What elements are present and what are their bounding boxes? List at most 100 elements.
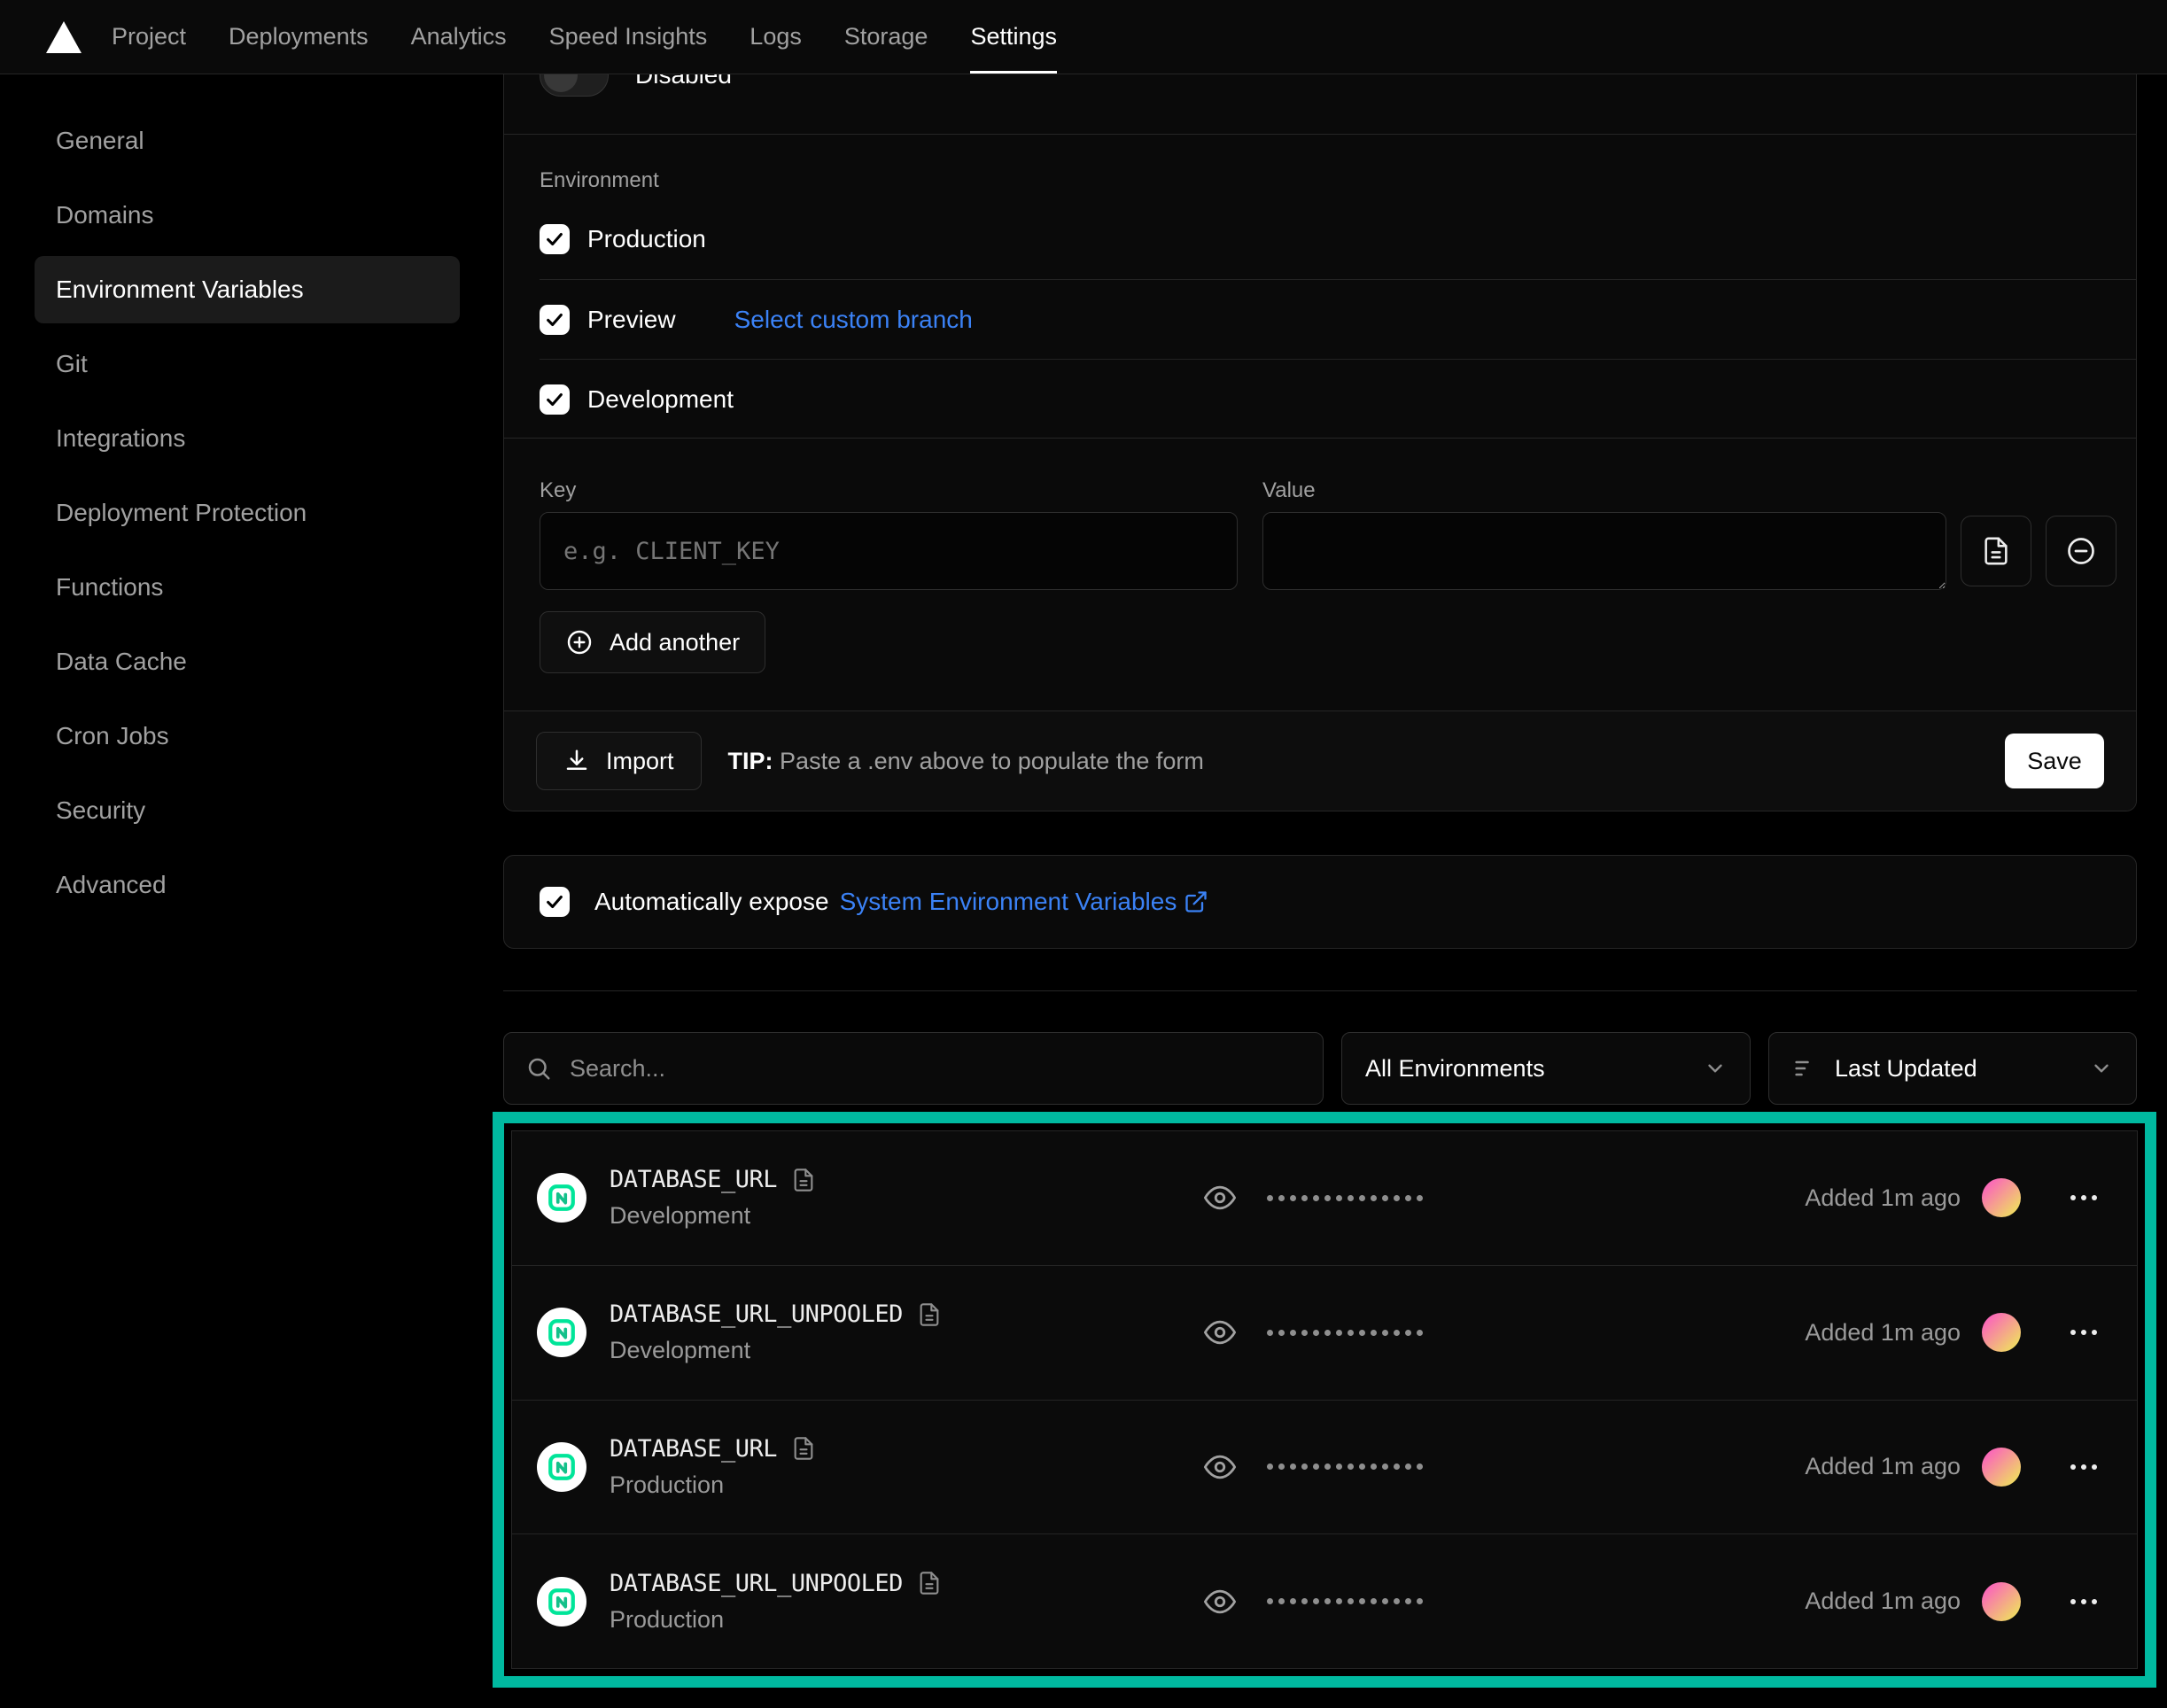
search-box — [503, 1032, 1324, 1105]
page-content: General Domains Environment Variables Git In… — [0, 74, 2167, 1708]
nav-tab-project[interactable]: Project — [112, 0, 186, 74]
env-var-environment: Development — [610, 1202, 816, 1230]
env-var-info: DATABASE_URL Development — [610, 1166, 816, 1230]
added-timestamp: Added 1m ago — [1805, 1319, 1961, 1347]
production-label: Production — [587, 225, 706, 253]
sidebar-item-security[interactable]: Security — [35, 777, 460, 844]
development-label: Development — [587, 385, 734, 414]
eye-icon[interactable] — [1203, 1450, 1237, 1484]
sidebar-item-cron-jobs[interactable]: Cron Jobs — [35, 703, 460, 770]
value-label: Value — [1262, 478, 1316, 503]
note-icon — [917, 1302, 942, 1327]
eye-icon[interactable] — [1203, 1181, 1237, 1215]
sort-lines-icon — [1792, 1056, 1817, 1081]
key-input[interactable] — [540, 512, 1238, 590]
add-another-label: Add another — [610, 629, 740, 656]
added-timestamp: Added 1m ago — [1805, 1453, 1961, 1480]
sidebar-item-advanced[interactable]: Advanced — [35, 851, 460, 919]
added-timestamp: Added 1m ago — [1805, 1588, 1961, 1615]
select-custom-branch-link[interactable]: Select custom branch — [734, 306, 973, 334]
added-timestamp: Added 1m ago — [1805, 1184, 1961, 1212]
development-checkbox[interactable] — [540, 384, 570, 415]
user-avatar — [1982, 1313, 2021, 1352]
divider — [504, 438, 2136, 439]
top-nav: Project Deployments Analytics Speed Insight… — [0, 0, 2167, 74]
auto-expose-checkbox[interactable] — [540, 887, 570, 917]
nav-tab-storage[interactable]: Storage — [844, 0, 928, 74]
env-var-name: DATABASE_URL_UNPOOLED — [610, 1300, 903, 1328]
nav-tab-logs[interactable]: Logs — [750, 0, 802, 74]
row-menu-button[interactable] — [2070, 1464, 2097, 1470]
environment-checkbox-list: Production Preview Select custom branch … — [540, 199, 2136, 439]
vercel-logo-icon[interactable] — [46, 21, 82, 53]
env-var-form-card: Disabled Environment Production Preview … — [503, 19, 2137, 811]
nav-tab-settings[interactable]: Settings — [970, 0, 1057, 74]
environment-filter-dropdown[interactable]: All Environments — [1341, 1032, 1751, 1105]
save-button[interactable]: Save — [2005, 734, 2104, 788]
environment-option-development: Development — [540, 359, 2136, 439]
env-var-row[interactable]: DATABASE_URL Production Added 1m ago — [512, 1400, 2137, 1534]
env-var-info: DATABASE_URL_UNPOOLED Development — [610, 1300, 942, 1364]
env-var-environment: Development — [610, 1337, 942, 1364]
preview-checkbox[interactable] — [540, 305, 570, 335]
row-menu-button[interactable] — [2070, 1195, 2097, 1200]
sidebar-item-domains[interactable]: Domains — [35, 182, 460, 249]
sidebar-item-general[interactable]: General — [35, 107, 460, 175]
production-checkbox[interactable] — [540, 224, 570, 254]
nav-tab-speed-insights[interactable]: Speed Insights — [549, 0, 708, 74]
masked-value — [1267, 1330, 1423, 1336]
user-avatar — [1982, 1178, 2021, 1217]
sidebar-item-integrations[interactable]: Integrations — [35, 405, 460, 472]
env-var-row[interactable]: DATABASE_URL_UNPOOLED Production Added 1… — [512, 1533, 2137, 1668]
form-footer: Import TIP: Paste a .env above to popula… — [504, 710, 2136, 811]
env-var-environment: Production — [610, 1606, 942, 1634]
sidebar-item-deployment-protection[interactable]: Deployment Protection — [35, 479, 460, 547]
sidebar-item-environment-variables[interactable]: Environment Variables — [35, 256, 460, 323]
import-button[interactable]: Import — [536, 732, 702, 790]
system-env-vars-link[interactable]: System Environment Variables — [840, 888, 1209, 916]
nav-tab-analytics[interactable]: Analytics — [411, 0, 507, 74]
env-var-name: DATABASE_URL — [610, 1435, 777, 1463]
user-avatar — [1982, 1582, 2021, 1621]
env-var-list: DATABASE_URL Development Added 1m ago — [511, 1130, 2138, 1669]
env-var-name: DATABASE_URL_UNPOOLED — [610, 1570, 903, 1597]
masked-value — [1267, 1195, 1423, 1201]
add-another-button[interactable]: Add another — [540, 611, 765, 673]
user-avatar — [1982, 1448, 2021, 1487]
settings-sidebar: General Domains Environment Variables Git In… — [35, 107, 460, 926]
neon-integration-icon — [537, 1442, 586, 1492]
preview-label: Preview — [587, 306, 676, 334]
env-var-row[interactable]: DATABASE_URL_UNPOOLED Development Added … — [512, 1265, 2137, 1400]
tip-bold: TIP: — [728, 748, 773, 774]
env-var-row[interactable]: DATABASE_URL Development Added 1m ago — [512, 1131, 2137, 1265]
sidebar-item-functions[interactable]: Functions — [35, 554, 460, 621]
note-icon — [917, 1571, 942, 1595]
eye-icon[interactable] — [1203, 1316, 1237, 1349]
sidebar-item-git[interactable]: Git — [35, 330, 460, 398]
neon-integration-icon — [537, 1173, 586, 1223]
tip-text: TIP: Paste a .env above to populate the … — [728, 748, 1204, 775]
eye-icon[interactable] — [1203, 1585, 1237, 1619]
minus-circle-icon — [2065, 535, 2097, 567]
environment-option-preview: Preview Select custom branch — [540, 279, 2136, 359]
remove-row-button[interactable] — [2046, 516, 2117, 586]
neon-integration-icon — [537, 1308, 586, 1357]
paste-env-button[interactable] — [1961, 516, 2031, 586]
sort-dropdown[interactable]: Last Updated — [1768, 1032, 2137, 1105]
sort-value: Last Updated — [1835, 1055, 2072, 1083]
row-menu-button[interactable] — [2070, 1599, 2097, 1604]
nav-tab-deployments[interactable]: Deployments — [229, 0, 369, 74]
chevron-down-icon — [1704, 1057, 1727, 1080]
file-text-icon — [1981, 536, 2011, 566]
highlight-frame: DATABASE_URL Development Added 1m ago — [493, 1112, 2156, 1688]
value-input[interactable] — [1262, 512, 1946, 590]
masked-value — [1267, 1463, 1423, 1470]
row-menu-button[interactable] — [2070, 1330, 2097, 1335]
env-var-info: DATABASE_URL_UNPOOLED Production — [610, 1570, 942, 1634]
search-icon — [525, 1055, 552, 1082]
masked-value — [1267, 1598, 1423, 1604]
main-panel: Disabled Environment Production Preview … — [503, 74, 2137, 1708]
sidebar-item-data-cache[interactable]: Data Cache — [35, 628, 460, 695]
search-input[interactable] — [570, 1055, 1301, 1083]
auto-expose-text: Automatically expose System Environment … — [594, 888, 1208, 916]
